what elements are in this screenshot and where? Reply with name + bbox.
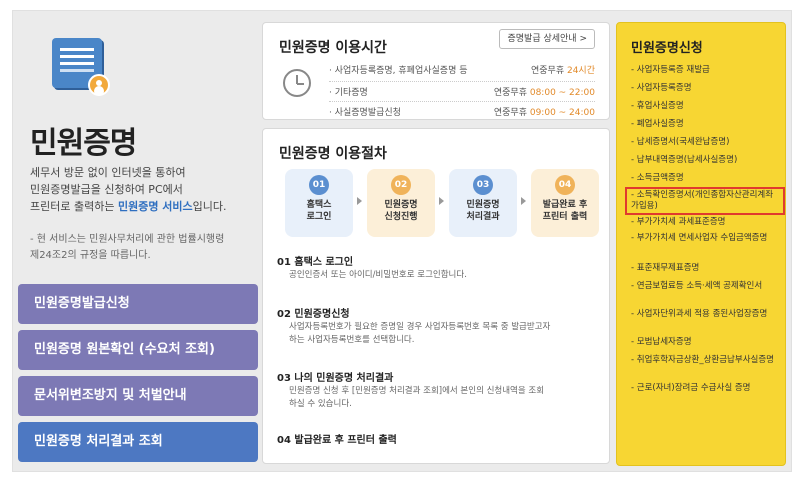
menu-item[interactable]: 부가가치세 면세사업자 수입금액증명	[631, 233, 781, 244]
legal-note: - 현 서비스는 민원사무처리에 관한 법률시행령 제24조2의 규정을 따릅니…	[30, 232, 256, 264]
note-line-1: - 현 서비스는 민원사무처리에 관한 법률시행령	[30, 234, 225, 245]
arrow-icon	[439, 197, 444, 205]
certificate-menu: 민원증명신청 사업자등록증 재발급 사업자등록증명 휴업사실증명 폐업사실증명 …	[616, 22, 786, 466]
divider	[329, 81, 595, 82]
page-title: 민원증명	[30, 126, 137, 161]
step-number: 02	[391, 175, 411, 195]
step-3-heading: 03 나의 민원증명 처리결과	[277, 373, 394, 384]
step-number: 01	[309, 175, 329, 195]
hours-row: · 기타증명 연중무휴 08:00 ~ 22:00	[329, 88, 595, 98]
menu-item[interactable]: 사업자등록증명	[631, 83, 781, 94]
apply-certificate-button[interactable]: 민원증명발급신청	[18, 284, 258, 324]
procedure-title: 민원증명 이용절차	[279, 146, 387, 162]
arrow-icon	[521, 197, 526, 205]
desc-line-3: 프린터로 출력하는 민원증명 서비스입니다.	[30, 200, 227, 213]
menu-item[interactable]: 모범납세자증명	[631, 337, 781, 348]
menu-item[interactable]: 취업후학자금상환_상환금납부사실증명	[631, 355, 781, 366]
menu-item[interactable]: 표준재무제표증명	[631, 263, 781, 274]
step-2-desc: 사업자등록번호가 필요한 증명일 경우 사업자등록번호 목록 중 발급받고자 하는…	[289, 322, 551, 345]
desc-line-1: 세무서 방문 없이 인터넷을 통하여	[30, 166, 186, 179]
step-number: 03	[473, 175, 493, 195]
left-panel: 민원증명 세무서 방문 없이 인터넷을 통하여 민원증명발급을 신청하여 PC에…	[18, 18, 258, 468]
menu-item[interactable]: 소득금액증명	[631, 173, 781, 184]
step-3-desc: 민원증명 신청 후 [민원증명 처리결과 조회]에서 본인의 신청내역을 조회 하…	[289, 386, 545, 409]
menu-item[interactable]: 납세증명서(국세완납증명)	[631, 137, 781, 148]
menu-item[interactable]: 사업자단위과세 적용 종된사업장증명	[631, 309, 781, 320]
verify-original-button[interactable]: 민원증명 원본확인 (수요처 조회)	[18, 330, 258, 370]
desc-line-2: 민원증명발급을 신청하여 PC에서	[30, 183, 183, 196]
note-line-2: 제24조2의 규정을 따릅니다.	[30, 250, 151, 261]
menu-title: 민원증명신청	[631, 41, 703, 56]
step-1-heading: 01 홈택스 로그인	[277, 257, 354, 268]
hours-title: 민원증명 이용시간	[279, 40, 387, 56]
step-number: 04	[555, 175, 575, 195]
hours-card: 민원증명 이용시간 증명발급 상세안내 > · 사업자등록증명, 휴폐업사실증명…	[262, 22, 610, 120]
menu-item[interactable]: 사업자등록증 재발급	[631, 65, 781, 76]
procedure-card: 민원증명 이용절차 01 홈택스 로그인 02 민원증명 신청진행 03 민원증명 처…	[262, 128, 610, 464]
procedure-steps: 01 홈택스 로그인 02 민원증명 신청진행 03 민원증명 처리결과 04 발급완…	[277, 169, 599, 237]
document-icon	[48, 32, 110, 96]
result-lookup-button[interactable]: 민원증명 처리결과 조회	[18, 422, 258, 462]
step-4-heading: 04 발급완료 후 프린터 출력	[277, 435, 397, 446]
step-print: 04 발급완료 후 프린터 출력	[531, 169, 599, 237]
menu-item[interactable]: 연금보험료등 소득·세액 공제확인서	[631, 281, 781, 292]
step-2-heading: 02 민원증명신청	[277, 309, 350, 320]
forgery-prevention-button[interactable]: 문서위변조방지 및 처벌안내	[18, 376, 258, 416]
step-result: 03 민원증명 처리결과	[449, 169, 517, 237]
service-description: 세무서 방문 없이 인터넷을 통하여 민원증명발급을 신청하여 PC에서 프린터…	[30, 164, 256, 215]
step-login: 01 홈택스 로그인	[285, 169, 353, 237]
divider	[329, 101, 595, 102]
hours-row: · 사실증명발급신청 연중무휴 09:00 ~ 24:00	[329, 108, 595, 118]
menu-item[interactable]: 폐업사실증명	[631, 119, 781, 130]
detail-guide-button[interactable]: 증명발급 상세안내 >	[499, 29, 595, 49]
arrow-icon	[357, 197, 362, 205]
menu-item[interactable]: 부가가치세 과세표준증명	[631, 217, 781, 228]
step-apply: 02 민원증명 신청진행	[367, 169, 435, 237]
menu-item[interactable]: 휴업사실증명	[631, 101, 781, 112]
step-1-desc: 공인인증서 또는 아이디/비밀번호로 로그인합니다.	[289, 270, 467, 280]
clock-icon	[283, 69, 311, 97]
menu-item[interactable]: 납부내역증명(납세사실증명)	[631, 155, 781, 166]
menu-item[interactable]: 근로(자녀)장려금 수급사실 증명	[631, 383, 781, 394]
menu-item-highlighted[interactable]: 소득확인증명서(개인종합자산관리계좌 가입용)	[625, 187, 785, 215]
hours-row: · 사업자등록증명, 휴폐업사실증명 등 연중무휴 24시간	[329, 66, 595, 76]
